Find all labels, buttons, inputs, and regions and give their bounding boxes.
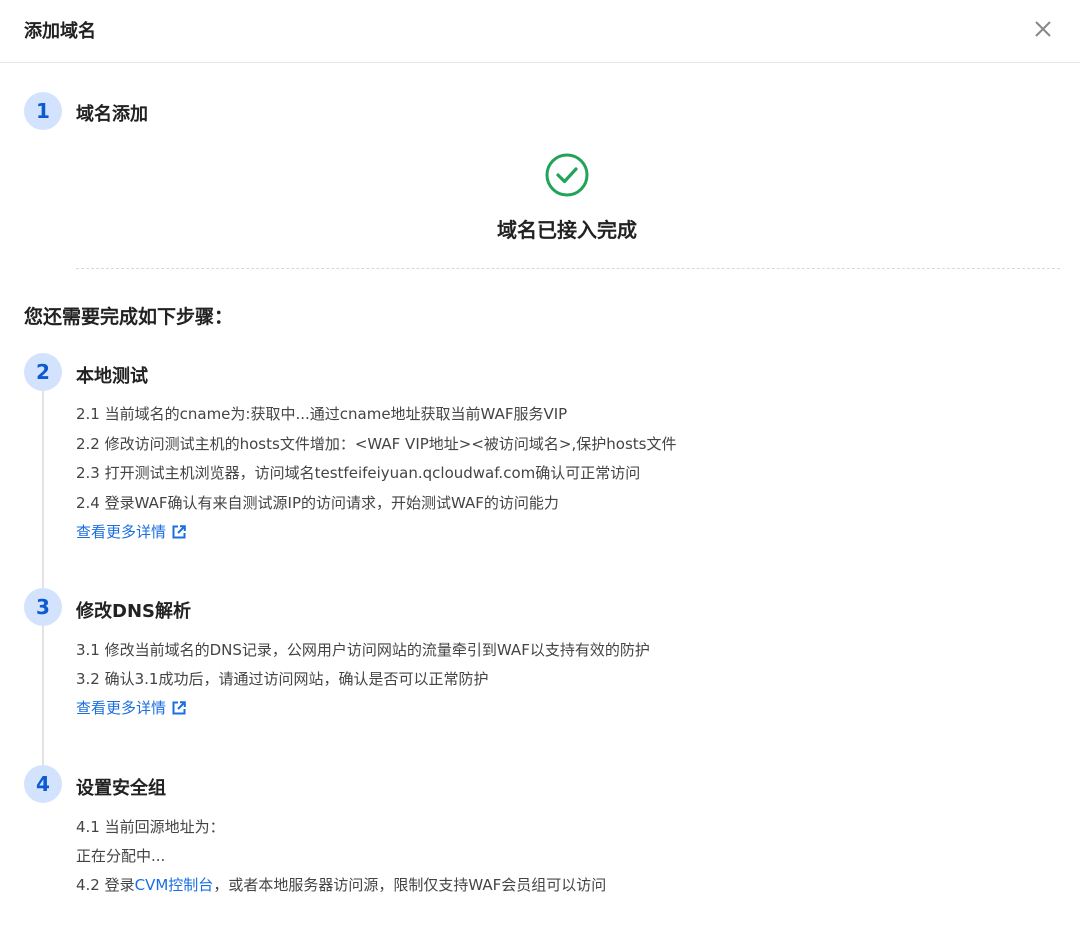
step-3-item: 3.1 修改当前域名的DNS记录，公网用户访问网站的流量牵引到WAF以支持有效的… <box>76 641 650 659</box>
step-1-badge: 1 <box>24 92 62 130</box>
check-circle-icon <box>545 153 589 197</box>
step-2-more-details-link[interactable]: 查看更多详情 <box>76 521 186 542</box>
dialog-header: 添加域名 <box>0 0 1080 63</box>
step-4-badge: 4 <box>24 765 62 803</box>
remaining-steps-heading: 您还需要完成如下步骤： <box>24 306 234 328</box>
cvm-console-link[interactable]: CVM控制台 <box>135 876 214 894</box>
close-icon[interactable] <box>1028 14 1058 44</box>
success-message: 域名已接入完成 <box>497 218 637 242</box>
step-4-item: 4.1 当前回源地址为： <box>76 818 225 836</box>
timeline-line <box>42 372 44 792</box>
step-4-item-prefix: 4.2 登录 <box>76 876 135 894</box>
dialog-title: 添加域名 <box>24 21 96 42</box>
step-4-title: 设置安全组 <box>76 778 166 799</box>
step-2-item: 2.3 打开测试主机浏览器，访问域名testfeifeiyuan.qcloudw… <box>76 464 641 482</box>
external-link-icon[interactable] <box>172 524 186 539</box>
more-details-label[interactable]: 查看更多详情 <box>76 521 166 542</box>
close-button[interactable] <box>1028 14 1058 44</box>
origin-address-value: 正在分配中... <box>76 847 166 865</box>
step-3-item: 3.2 确认3.1成功后，请通过访问网站，确认是否可以正常防护 <box>76 670 489 688</box>
step-4-item: 4.2 登录CVM控制台，或者本地服务器访问源，限制仅支持WAF会员组可以访问 <box>76 874 606 895</box>
step-3-title: 修改DNS解析 <box>76 601 191 622</box>
step-2-item: 2.4 登录WAF确认有来自测试源IP的访问请求，开始测试WAF的访问能力 <box>76 494 559 512</box>
step-2-item: 2.1 当前域名的cname为:获取中...通过cname地址获取当前WAF服务… <box>76 405 568 423</box>
step-2-item: 2.2 修改访问测试主机的hosts文件增加：<WAF VIP地址><被访问域名… <box>76 435 677 453</box>
step-3-badge: 3 <box>24 588 62 626</box>
step-2-badge: 2 <box>24 353 62 391</box>
step-4-item-suffix: ，或者本地服务器访问源，限制仅支持WAF会员组可以访问 <box>213 876 607 894</box>
external-link-icon[interactable] <box>172 700 186 715</box>
divider <box>76 268 1060 269</box>
more-details-label[interactable]: 查看更多详情 <box>76 697 166 718</box>
step-1-title: 域名添加 <box>76 104 148 125</box>
step-3-more-details-link[interactable]: 查看更多详情 <box>76 697 186 718</box>
step-2-title: 本地测试 <box>76 366 148 387</box>
